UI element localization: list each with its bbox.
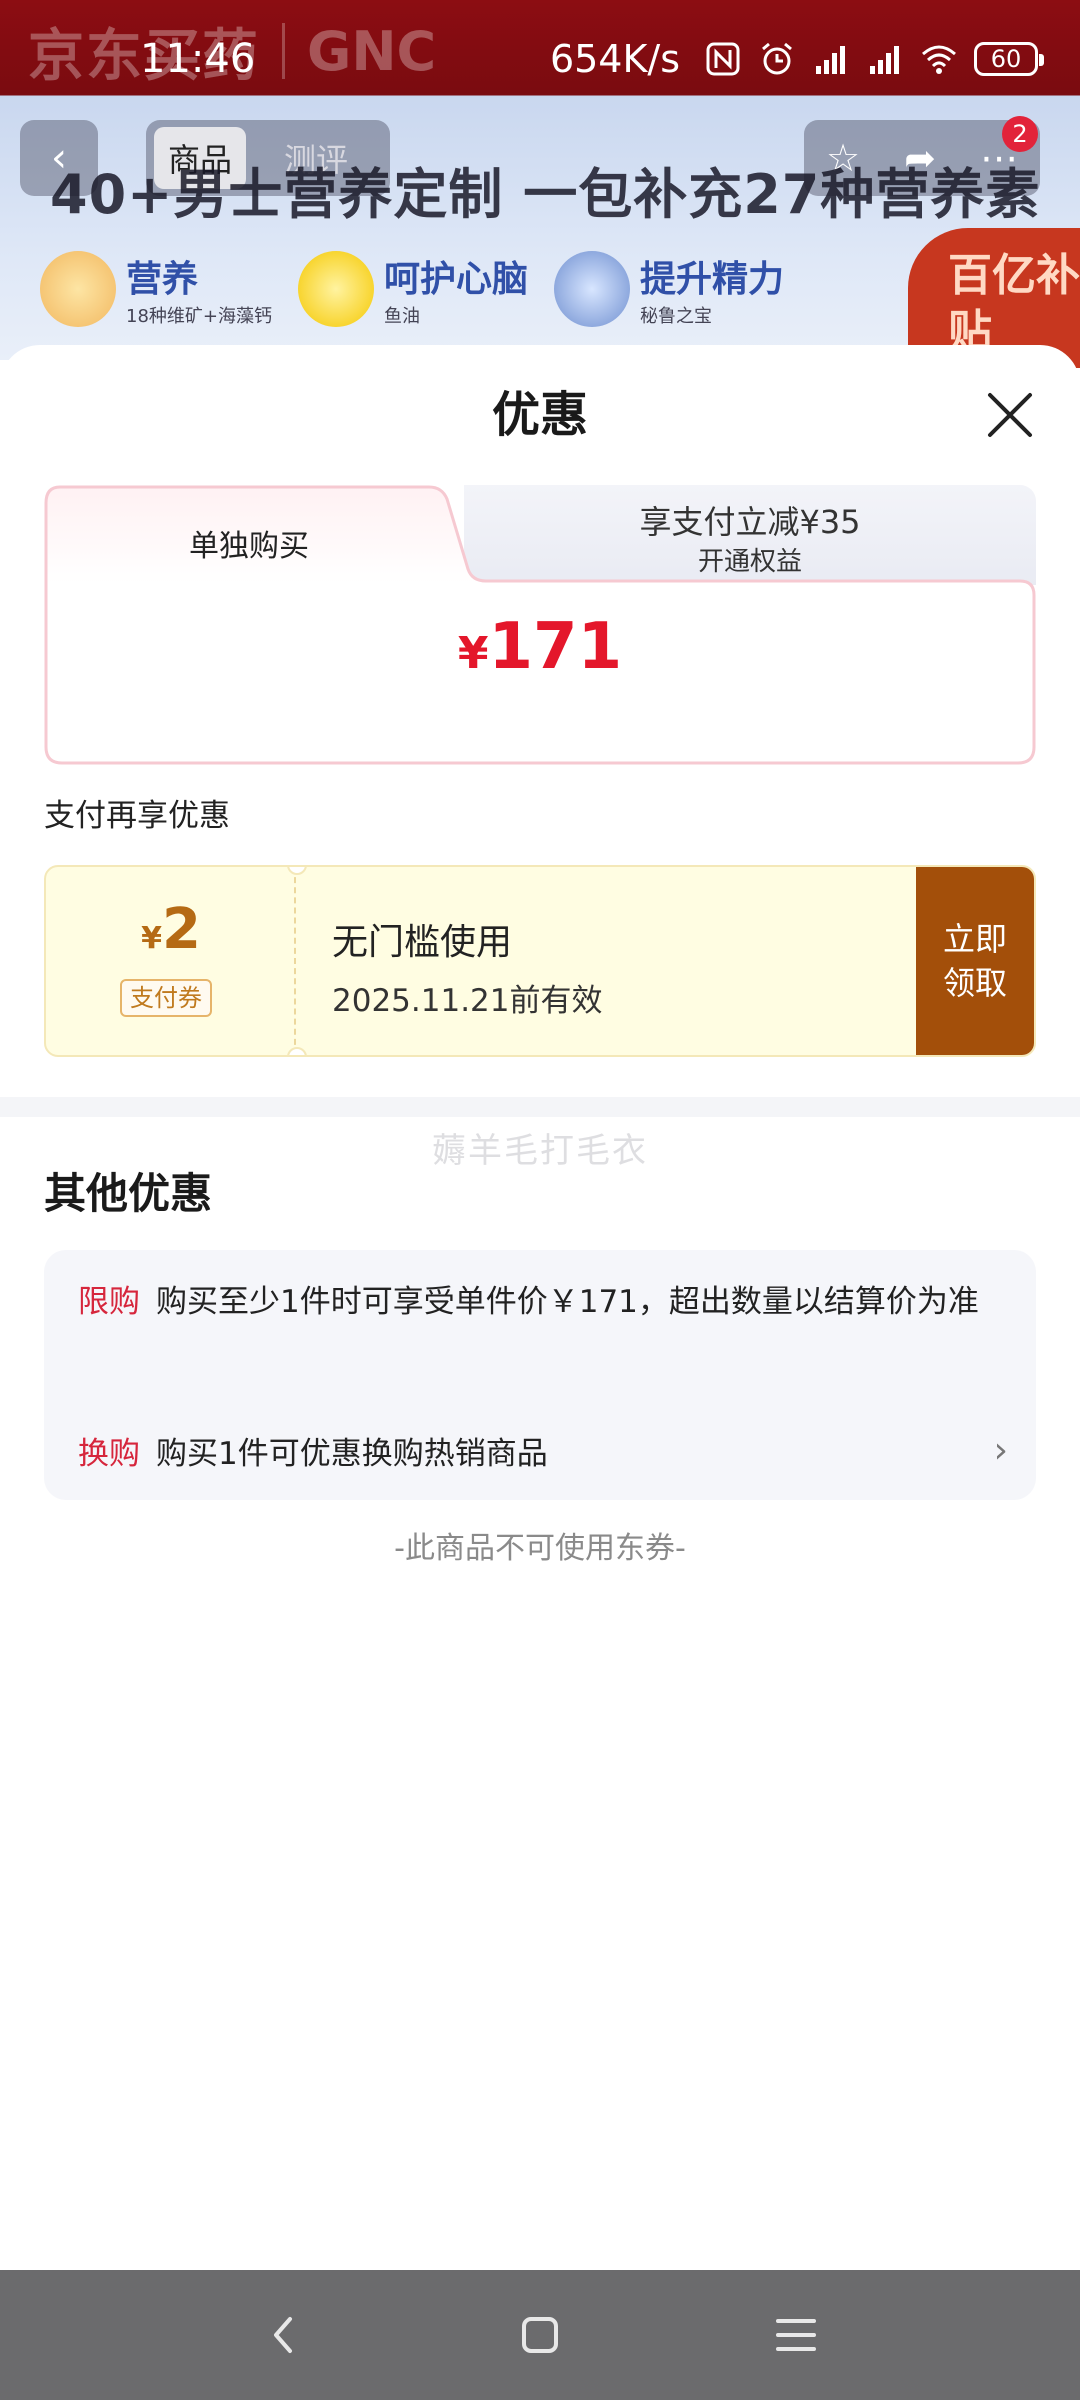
nav-home-icon[interactable]	[512, 2307, 568, 2363]
price-value: ¥171	[44, 610, 1036, 684]
status-time: 11:46	[140, 36, 256, 82]
coupon-value-area: ¥2 支付券	[46, 867, 296, 1055]
limit-text: 购买至少1件时可享受单件价￥171，超出数量以结算价为准	[156, 1284, 979, 1320]
coupon-amount: ¥2	[46, 897, 296, 962]
wifi-icon	[922, 45, 956, 74]
feature-pill: 提升精力 秘鲁之宝	[554, 250, 784, 328]
coupon-amount-value: 2	[161, 897, 201, 962]
limit-tag: 限购	[78, 1284, 140, 1320]
price-amount: 171	[488, 610, 623, 684]
background-feature-pills: 营养 18种维矿+海藻钙 呵护心脑鱼油 提升精力秘鲁之宝	[40, 250, 784, 328]
nutrition-image-icon	[40, 251, 116, 327]
feature-pill: 营养 18种维矿+海藻钙	[40, 250, 272, 328]
price-card: 享支付立减¥35 开通权益 单独购买 ¥171	[44, 485, 1036, 765]
status-bar: 11:46 654K/s 60	[0, 0, 1080, 118]
signal-hd-icon-2	[870, 46, 899, 74]
coupon-currency: ¥	[141, 921, 162, 956]
claim-coupon-button[interactable]: 立即 领取	[916, 867, 1034, 1055]
exchange-tag: 换购	[78, 1436, 140, 1472]
nfc-icon	[706, 42, 740, 76]
system-nav-bar	[0, 2270, 1080, 2400]
exchange-purchase-item[interactable]: 换购 购买1件可优惠换购热销商品 ›	[78, 1428, 1008, 1477]
alarm-icon	[762, 42, 792, 75]
exchange-text: 购买1件可优惠换购热销商品	[156, 1436, 548, 1472]
tab-single-buy[interactable]: 单独购买	[44, 521, 454, 565]
pill-title: 呵护心脑	[384, 259, 529, 300]
network-speed: 654K/s	[549, 37, 680, 81]
discount-sheet: 优惠 享支付立减¥35 开通权益 单独购买 ¥171 支付再享优惠 ¥2 支付券…	[0, 345, 1080, 2270]
coupon-details: 无门槛使用 2025.11.21前有效	[332, 913, 603, 1020]
pill-title: 提升精力	[640, 259, 785, 300]
background-headline: 40+男士营养定制 一包补充27种营养素	[50, 163, 1041, 226]
claim-label-1: 立即	[942, 920, 1007, 958]
signal-hd-icon-1	[816, 46, 845, 74]
battery-indicator: 60	[974, 42, 1044, 76]
other-discounts-list: 限购 购买至少1件时可享受单件价￥171，超出数量以结算价为准 换购 购买1件可优惠…	[44, 1250, 1036, 1500]
maca-image-icon	[554, 251, 631, 327]
feature-pill: 呵护心脑 鱼油	[298, 250, 528, 328]
no-coupon-note: -此商品不可使用东券-	[394, 1531, 686, 1566]
claim-label-2: 领取	[942, 964, 1007, 1002]
coupon-type-tag: 支付券	[120, 979, 212, 1017]
coupon-validity: 2025.11.21前有效	[332, 983, 603, 1019]
other-discounts-title: 其他优惠	[44, 1169, 213, 1218]
coupon-notch-bottom	[287, 1047, 307, 1055]
coupon-condition: 无门槛使用	[332, 922, 513, 963]
pill-title: 营养	[126, 259, 199, 300]
pill-sub: 鱼油	[384, 306, 420, 327]
fish-oil-image-icon	[298, 251, 374, 327]
price-currency: ¥	[457, 628, 489, 679]
pay-section-label: 支付再享优惠	[44, 798, 230, 834]
sheet-title: 优惠	[491, 387, 588, 443]
status-icons: 654K/s 60	[549, 37, 1044, 81]
pill-sub: 18种维矿+海藻钙	[126, 306, 272, 327]
purchase-limit-item: 限购 购买至少1件时可享受单件价￥171，超出数量以结算价为准	[78, 1276, 1008, 1325]
chevron-right-icon: ›	[993, 1430, 1008, 1471]
section-divider	[0, 1097, 1080, 1117]
close-icon[interactable]	[980, 385, 1040, 445]
pay-coupon: ¥2 支付券 无门槛使用 2025.11.21前有效 立即 领取	[44, 865, 1036, 1057]
pill-sub: 秘鲁之宝	[640, 306, 713, 327]
nav-back-icon[interactable]	[256, 2307, 312, 2363]
message-badge: 2	[1002, 116, 1038, 152]
nav-menu-icon[interactable]	[768, 2307, 824, 2363]
